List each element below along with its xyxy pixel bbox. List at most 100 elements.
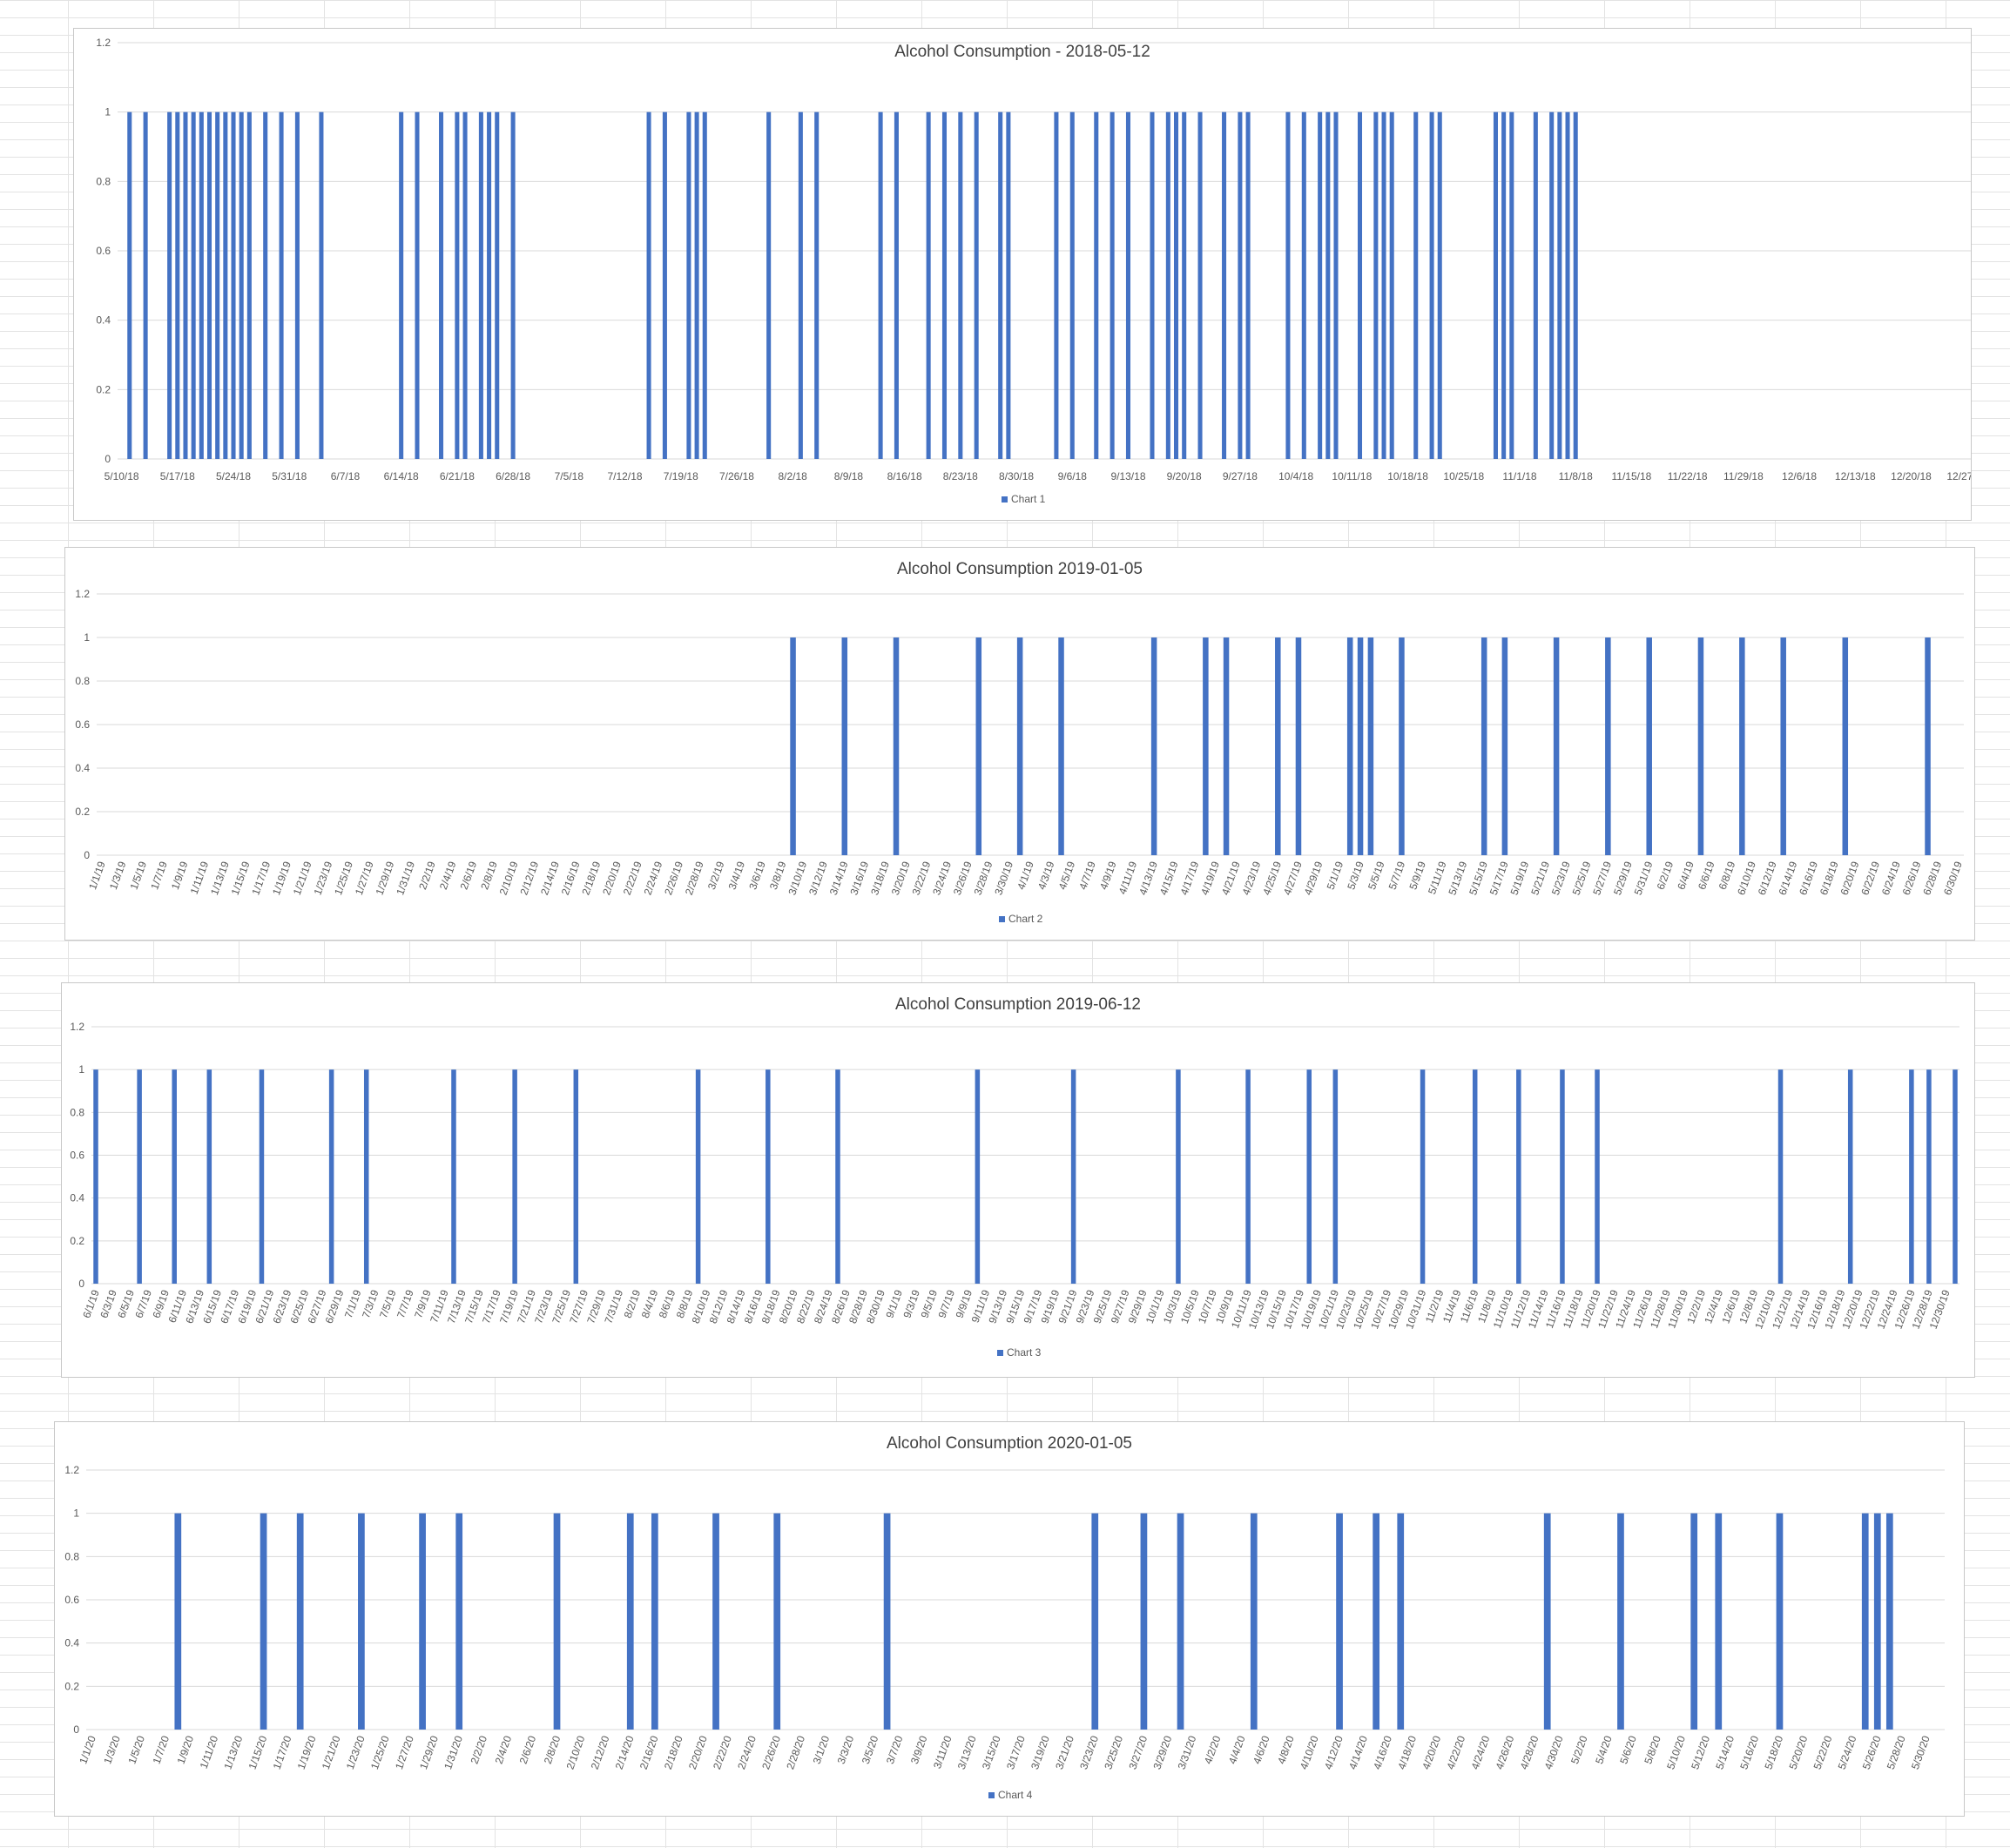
bar[interactable] bbox=[1070, 1069, 1076, 1284]
bar[interactable] bbox=[1389, 111, 1394, 459]
bar[interactable] bbox=[487, 111, 492, 459]
bar[interactable] bbox=[553, 1513, 561, 1730]
bar[interactable] bbox=[1245, 1069, 1251, 1284]
bar[interactable] bbox=[206, 1069, 212, 1284]
bar[interactable] bbox=[172, 1069, 177, 1284]
bar[interactable] bbox=[1373, 1513, 1380, 1730]
bar[interactable] bbox=[1275, 637, 1281, 855]
bar[interactable] bbox=[1557, 111, 1562, 459]
bar[interactable] bbox=[1222, 111, 1227, 459]
bar[interactable] bbox=[1182, 111, 1187, 459]
bar[interactable] bbox=[626, 1513, 634, 1730]
bar[interactable] bbox=[399, 111, 404, 459]
bar[interactable] bbox=[1953, 1069, 1958, 1284]
bar[interactable] bbox=[1223, 637, 1230, 855]
bar[interactable] bbox=[1336, 1513, 1343, 1730]
bar[interactable] bbox=[260, 1513, 267, 1730]
bar[interactable] bbox=[894, 111, 899, 459]
bar[interactable] bbox=[1509, 111, 1514, 459]
bar[interactable] bbox=[259, 1069, 265, 1284]
bar[interactable] bbox=[1533, 111, 1538, 459]
bar[interactable] bbox=[1140, 1513, 1148, 1730]
bar[interactable] bbox=[1381, 111, 1386, 459]
bar[interactable] bbox=[1861, 1513, 1869, 1730]
bar[interactable] bbox=[1776, 1513, 1784, 1730]
bar[interactable] bbox=[974, 111, 979, 459]
bar[interactable] bbox=[231, 111, 236, 459]
bar[interactable] bbox=[1780, 637, 1786, 855]
bar[interactable] bbox=[958, 111, 963, 459]
bar[interactable] bbox=[1295, 637, 1302, 855]
bar[interactable] bbox=[215, 111, 220, 459]
bar[interactable] bbox=[279, 111, 284, 459]
bar[interactable] bbox=[1203, 637, 1209, 855]
bar[interactable] bbox=[1399, 637, 1405, 855]
bar[interactable] bbox=[294, 111, 300, 459]
bar[interactable] bbox=[651, 1513, 658, 1730]
bar[interactable] bbox=[883, 1513, 891, 1730]
bar[interactable] bbox=[835, 1069, 840, 1284]
bar[interactable] bbox=[1646, 637, 1652, 855]
bar[interactable] bbox=[415, 111, 420, 459]
bar[interactable] bbox=[1885, 1513, 1893, 1730]
bar[interactable] bbox=[1176, 1069, 1181, 1284]
bar[interactable] bbox=[998, 111, 1003, 459]
bar[interactable] bbox=[1173, 111, 1179, 459]
bar[interactable] bbox=[1481, 637, 1487, 855]
bar[interactable] bbox=[1573, 111, 1578, 459]
bar[interactable] bbox=[239, 111, 244, 459]
bar[interactable] bbox=[975, 637, 982, 855]
bar[interactable] bbox=[1069, 111, 1075, 459]
bar[interactable] bbox=[573, 1069, 579, 1284]
bar[interactable] bbox=[1472, 1069, 1478, 1284]
bar[interactable] bbox=[495, 111, 500, 459]
bar[interactable] bbox=[1605, 637, 1611, 855]
bar[interactable] bbox=[686, 111, 691, 459]
bar[interactable] bbox=[206, 111, 212, 459]
bar[interactable] bbox=[1238, 111, 1243, 459]
bar[interactable] bbox=[478, 111, 483, 459]
chart-4-panel[interactable]: Alcohol Consumption 2020-01-05 0 0.2 0.4 0.6… bbox=[54, 1421, 1965, 1817]
bar[interactable] bbox=[1493, 111, 1498, 459]
bar[interactable] bbox=[766, 1069, 771, 1284]
bar[interactable] bbox=[455, 1513, 463, 1730]
bar[interactable] bbox=[363, 1069, 369, 1284]
bar[interactable] bbox=[167, 111, 172, 459]
bar[interactable] bbox=[93, 1069, 98, 1284]
bar[interactable] bbox=[1739, 637, 1745, 855]
bar[interactable] bbox=[1367, 637, 1374, 855]
bar[interactable] bbox=[1373, 111, 1379, 459]
bar[interactable] bbox=[1333, 111, 1339, 459]
bar[interactable] bbox=[702, 111, 707, 459]
bar[interactable] bbox=[694, 111, 699, 459]
bar[interactable] bbox=[1553, 637, 1560, 855]
bar[interactable] bbox=[512, 1069, 517, 1284]
bar[interactable] bbox=[662, 111, 667, 459]
bar[interactable] bbox=[455, 111, 460, 459]
bar[interactable] bbox=[1110, 111, 1115, 459]
bar[interactable] bbox=[798, 111, 803, 459]
bar[interactable] bbox=[1165, 111, 1170, 459]
bar[interactable] bbox=[1501, 637, 1508, 855]
bar[interactable] bbox=[199, 111, 204, 459]
bar[interactable] bbox=[1150, 111, 1155, 459]
bar[interactable] bbox=[296, 1513, 304, 1730]
bar[interactable] bbox=[451, 1069, 456, 1284]
bar[interactable] bbox=[1357, 637, 1364, 855]
bar[interactable] bbox=[1777, 1069, 1784, 1284]
bar[interactable] bbox=[1346, 637, 1353, 855]
bar[interactable] bbox=[419, 1513, 426, 1730]
bar[interactable] bbox=[695, 1069, 701, 1284]
bar[interactable] bbox=[246, 111, 252, 459]
chart-1-panel[interactable]: Alcohol Consumption - 2018-05-12 0 0.2 0.4 0… bbox=[73, 28, 1972, 521]
bar[interactable] bbox=[143, 111, 148, 459]
bar[interactable] bbox=[175, 111, 180, 459]
bar[interactable] bbox=[1091, 1513, 1099, 1730]
bar[interactable] bbox=[510, 111, 516, 459]
bar[interactable] bbox=[439, 111, 444, 459]
bar[interactable] bbox=[1429, 111, 1434, 459]
bar[interactable] bbox=[975, 1069, 981, 1284]
bar[interactable] bbox=[1306, 1069, 1312, 1284]
bar[interactable] bbox=[766, 111, 772, 459]
bar[interactable] bbox=[1285, 111, 1291, 459]
